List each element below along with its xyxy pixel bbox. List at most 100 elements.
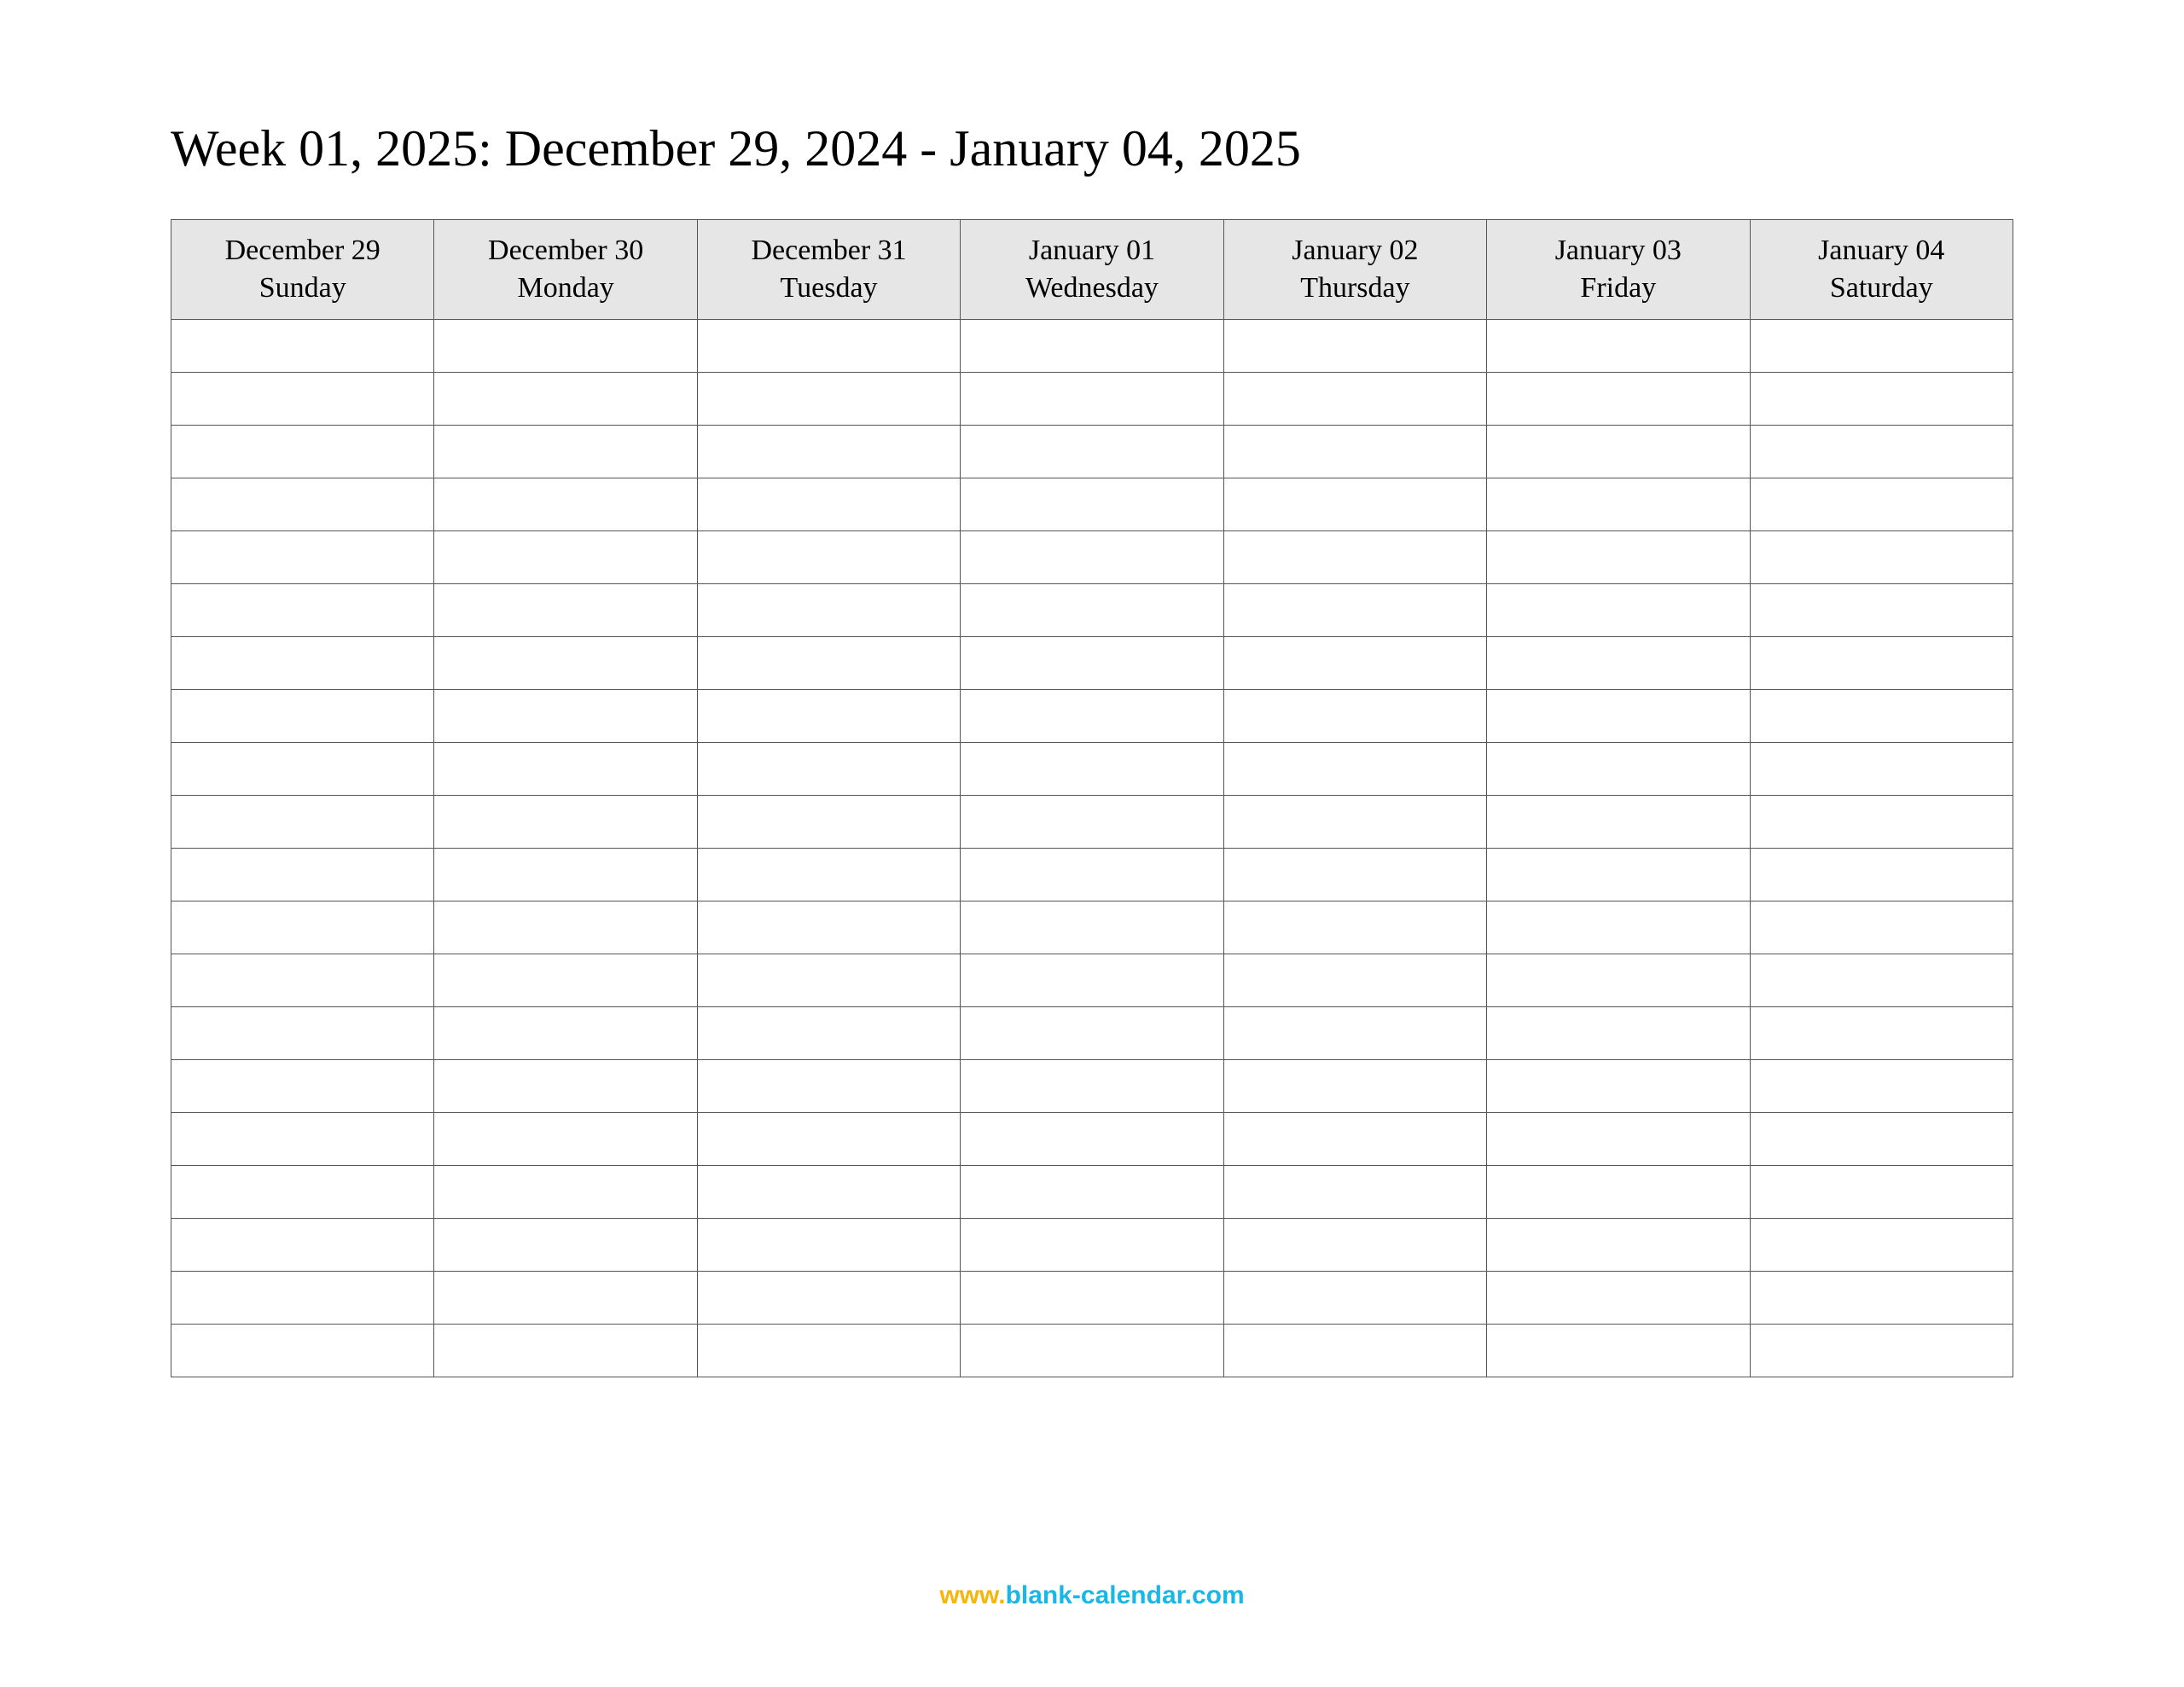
calendar-cell[interactable] <box>434 743 697 796</box>
calendar-cell[interactable] <box>961 584 1223 637</box>
calendar-cell[interactable] <box>961 1113 1223 1166</box>
calendar-cell[interactable] <box>434 1060 697 1113</box>
calendar-cell[interactable] <box>1487 637 1750 690</box>
calendar-cell[interactable] <box>1750 901 2013 954</box>
calendar-cell[interactable] <box>1487 690 1750 743</box>
calendar-cell[interactable] <box>434 954 697 1007</box>
calendar-cell[interactable] <box>697 1007 960 1060</box>
calendar-cell[interactable] <box>434 1219 697 1272</box>
calendar-cell[interactable] <box>961 478 1223 531</box>
calendar-cell[interactable] <box>434 1325 697 1377</box>
calendar-cell[interactable] <box>1487 901 1750 954</box>
calendar-cell[interactable] <box>697 954 960 1007</box>
calendar-cell[interactable] <box>961 1007 1223 1060</box>
calendar-cell[interactable] <box>961 426 1223 478</box>
calendar-cell[interactable] <box>1223 320 1486 373</box>
calendar-cell[interactable] <box>961 1272 1223 1325</box>
calendar-cell[interactable] <box>171 743 434 796</box>
calendar-cell[interactable] <box>1750 373 2013 426</box>
calendar-cell[interactable] <box>1487 531 1750 584</box>
calendar-cell[interactable] <box>961 954 1223 1007</box>
calendar-cell[interactable] <box>961 1325 1223 1377</box>
calendar-cell[interactable] <box>434 690 697 743</box>
calendar-cell[interactable] <box>961 743 1223 796</box>
calendar-cell[interactable] <box>697 1272 960 1325</box>
calendar-cell[interactable] <box>434 426 697 478</box>
calendar-cell[interactable] <box>434 1166 697 1219</box>
calendar-cell[interactable] <box>1223 849 1486 901</box>
calendar-cell[interactable] <box>697 426 960 478</box>
calendar-cell[interactable] <box>1487 426 1750 478</box>
calendar-cell[interactable] <box>1223 426 1486 478</box>
calendar-cell[interactable] <box>1487 743 1750 796</box>
calendar-cell[interactable] <box>1750 1272 2013 1325</box>
calendar-cell[interactable] <box>961 531 1223 584</box>
calendar-cell[interactable] <box>1223 584 1486 637</box>
calendar-cell[interactable] <box>697 1166 960 1219</box>
calendar-cell[interactable] <box>1223 901 1486 954</box>
calendar-cell[interactable] <box>1487 849 1750 901</box>
calendar-cell[interactable] <box>171 1219 434 1272</box>
calendar-cell[interactable] <box>697 1325 960 1377</box>
calendar-cell[interactable] <box>171 478 434 531</box>
calendar-cell[interactable] <box>961 320 1223 373</box>
calendar-cell[interactable] <box>1487 1325 1750 1377</box>
calendar-cell[interactable] <box>1750 320 2013 373</box>
calendar-cell[interactable] <box>1750 1113 2013 1166</box>
calendar-cell[interactable] <box>434 478 697 531</box>
calendar-cell[interactable] <box>434 637 697 690</box>
calendar-cell[interactable] <box>1750 849 2013 901</box>
calendar-cell[interactable] <box>171 1272 434 1325</box>
calendar-cell[interactable] <box>697 1060 960 1113</box>
calendar-cell[interactable] <box>1487 373 1750 426</box>
calendar-cell[interactable] <box>171 1166 434 1219</box>
calendar-cell[interactable] <box>1750 531 2013 584</box>
calendar-cell[interactable] <box>961 690 1223 743</box>
calendar-cell[interactable] <box>697 320 960 373</box>
calendar-cell[interactable] <box>961 1060 1223 1113</box>
calendar-cell[interactable] <box>961 1166 1223 1219</box>
calendar-cell[interactable] <box>697 637 960 690</box>
calendar-cell[interactable] <box>1487 954 1750 1007</box>
calendar-cell[interactable] <box>1750 1007 2013 1060</box>
calendar-cell[interactable] <box>434 584 697 637</box>
calendar-cell[interactable] <box>1750 478 2013 531</box>
calendar-cell[interactable] <box>1223 1219 1486 1272</box>
calendar-cell[interactable] <box>171 690 434 743</box>
calendar-cell[interactable] <box>1750 1325 2013 1377</box>
footer-link[interactable]: www.blank-calendar.com <box>0 1581 2184 1610</box>
calendar-cell[interactable] <box>434 373 697 426</box>
calendar-cell[interactable] <box>961 901 1223 954</box>
calendar-cell[interactable] <box>1750 584 2013 637</box>
calendar-cell[interactable] <box>697 1113 960 1166</box>
calendar-cell[interactable] <box>434 796 697 849</box>
calendar-cell[interactable] <box>697 584 960 637</box>
calendar-cell[interactable] <box>171 849 434 901</box>
calendar-cell[interactable] <box>1223 743 1486 796</box>
calendar-cell[interactable] <box>697 743 960 796</box>
calendar-cell[interactable] <box>1487 478 1750 531</box>
calendar-cell[interactable] <box>1223 796 1486 849</box>
calendar-cell[interactable] <box>1487 320 1750 373</box>
calendar-cell[interactable] <box>171 1060 434 1113</box>
calendar-cell[interactable] <box>1487 796 1750 849</box>
calendar-cell[interactable] <box>434 531 697 584</box>
calendar-cell[interactable] <box>434 1113 697 1166</box>
calendar-cell[interactable] <box>1487 1219 1750 1272</box>
calendar-cell[interactable] <box>1487 1166 1750 1219</box>
calendar-cell[interactable] <box>1750 426 2013 478</box>
calendar-cell[interactable] <box>171 1325 434 1377</box>
calendar-cell[interactable] <box>1750 637 2013 690</box>
calendar-cell[interactable] <box>1223 1113 1486 1166</box>
calendar-cell[interactable] <box>171 796 434 849</box>
calendar-cell[interactable] <box>171 1113 434 1166</box>
calendar-cell[interactable] <box>171 954 434 1007</box>
calendar-cell[interactable] <box>171 901 434 954</box>
calendar-cell[interactable] <box>171 1007 434 1060</box>
calendar-cell[interactable] <box>171 373 434 426</box>
calendar-cell[interactable] <box>1223 373 1486 426</box>
calendar-cell[interactable] <box>1750 954 2013 1007</box>
calendar-cell[interactable] <box>1223 1325 1486 1377</box>
calendar-cell[interactable] <box>1750 1219 2013 1272</box>
calendar-cell[interactable] <box>1487 1272 1750 1325</box>
